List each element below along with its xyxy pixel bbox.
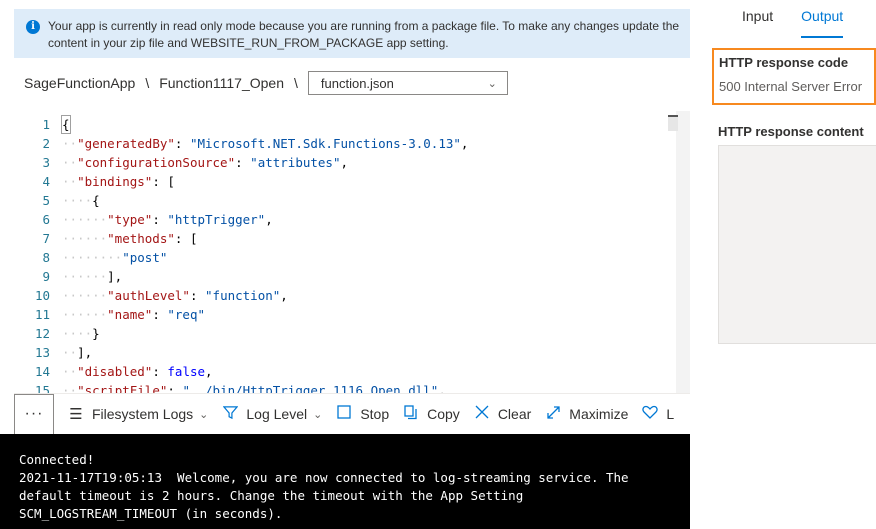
info-icon: i <box>26 20 40 34</box>
log-level-label: Log Level <box>246 406 308 422</box>
code-editor[interactable]: 1 2 3 4 5 6 7 8 9 10 11 12 13 14 15 {··"generatedBy": … <box>14 111 690 393</box>
code-line: ··"scriptFile": "../bin/HttpTrigger_1116… <box>62 383 446 393</box>
line-number: 1 <box>42 117 50 132</box>
stop-button[interactable]: Stop <box>336 405 389 423</box>
code-line: ······"type": "httpTrigger", <box>62 212 273 227</box>
more-options-button[interactable]: ··· <box>14 394 54 434</box>
file-dropdown-value: function.json <box>320 75 394 91</box>
code-line: ····{ <box>62 193 100 208</box>
feedback-label: L <box>666 406 675 422</box>
code-content[interactable]: { ··"generatedBy": "Microsoft.NET.Sdk.Fun… <box>62 115 680 393</box>
response-content-label: HTTP response content <box>718 124 864 139</box>
maximize-button[interactable]: Maximize <box>545 405 628 424</box>
test-panel: Input Output HTTP response code 500 Inte… <box>690 0 876 529</box>
list-icon: ☰ <box>69 406 83 423</box>
ellipsis-icon: ··· <box>24 405 44 422</box>
code-line: ··"configurationSource": "attributes", <box>62 155 349 170</box>
code-line: { <box>62 117 70 132</box>
response-code-box: HTTP response code 500 Internal Server E… <box>712 48 876 105</box>
code-line: ··"disabled": false, <box>62 364 213 379</box>
chevron-down-icon: ⌄ <box>313 408 323 421</box>
line-number: 8 <box>42 250 50 265</box>
line-number: 5 <box>42 193 50 208</box>
line-number-gutter: 1 2 3 4 5 6 7 8 9 10 11 12 13 14 15 <box>14 115 50 393</box>
tab-input[interactable]: Input <box>742 8 773 38</box>
line-number: 15 <box>34 383 50 393</box>
code-line: ······"methods": [ <box>62 231 198 246</box>
stop-label: Stop <box>360 406 390 422</box>
line-number: 12 <box>34 326 50 341</box>
file-dropdown[interactable]: function.json ⌄ <box>307 71 508 95</box>
code-line: ······], <box>62 269 123 284</box>
clear-label: Clear <box>497 406 532 422</box>
line-number: 13 <box>34 345 50 360</box>
copy-label: Copy <box>427 406 460 422</box>
response-code-label: HTTP response code <box>719 55 849 70</box>
log-toolbar: ··· ☰ Filesystem Logs ⌄ Log Level ⌄ Stop… <box>14 393 690 434</box>
code-line: ··"generatedBy": "Microsoft.NET.Sdk.Func… <box>62 136 469 151</box>
code-line: ······"name": "req" <box>62 307 206 322</box>
breadcrumb-function[interactable]: Function1117_Open <box>159 75 284 91</box>
console-line: SCM_LOGSTREAM_TIMEOUT (in seconds). <box>19 506 283 521</box>
maximize-label: Maximize <box>569 406 629 422</box>
line-number: 14 <box>34 364 50 379</box>
console-line: Connected! <box>19 452 95 467</box>
stop-icon <box>336 405 352 423</box>
console-line: default timeout is 2 hours. Change the t… <box>19 488 524 503</box>
breadcrumb-separator: \ <box>294 75 298 91</box>
tab-output[interactable]: Output <box>801 8 844 38</box>
heart-icon <box>642 405 659 423</box>
copy-icon <box>403 404 419 424</box>
editor-scrollbar[interactable] <box>676 111 690 393</box>
line-number: 6 <box>42 212 50 227</box>
line-number: 11 <box>34 307 50 322</box>
chevron-down-icon: ⌄ <box>199 408 209 421</box>
line-number: 2 <box>42 136 50 151</box>
line-number: 3 <box>42 155 50 170</box>
copy-button[interactable]: Copy <box>403 404 460 424</box>
breadcrumb-app[interactable]: SageFunctionApp <box>24 75 135 91</box>
code-line: ····} <box>62 326 100 341</box>
close-icon <box>474 405 490 423</box>
filesystem-logs-label: Filesystem Logs <box>92 406 194 422</box>
console-line: 2021-11-17T19:05:13 Welcome, you are now… <box>19 470 629 485</box>
line-number: 10 <box>34 288 50 303</box>
breadcrumb: SageFunctionApp \ Function1117_Open \ fu… <box>24 71 508 95</box>
filter-icon <box>222 405 239 424</box>
log-level-dropdown[interactable]: Log Level ⌄ <box>222 405 322 424</box>
filesystem-logs-dropdown[interactable]: ☰ Filesystem Logs ⌄ <box>68 405 208 423</box>
response-code-value: 500 Internal Server Error <box>719 79 863 94</box>
panel-tabs: Input Output <box>742 8 871 38</box>
breadcrumb-separator: \ <box>145 75 150 91</box>
editor-scrollbar-thumb[interactable] <box>668 115 678 131</box>
clear-button[interactable]: Clear <box>474 405 531 423</box>
read-only-banner: i Your app is currently in read only mod… <box>14 9 690 58</box>
banner-text: Your app is currently in read only mode … <box>48 19 680 50</box>
code-line: ··], <box>62 345 93 360</box>
code-line: ··"bindings": [ <box>62 174 175 189</box>
code-line: ········"post" <box>62 250 168 265</box>
response-content-area[interactable] <box>718 145 876 344</box>
line-number: 7 <box>42 231 50 246</box>
maximize-icon <box>545 405 561 424</box>
log-console[interactable]: Connected! 2021-11-17T19:05:13 Welcome, … <box>0 434 690 529</box>
code-line: ······"authLevel": "function", <box>62 288 288 303</box>
feedback-button[interactable]: L <box>642 405 674 423</box>
line-number: 4 <box>42 174 50 189</box>
line-number: 9 <box>42 269 50 284</box>
chevron-down-icon: ⌄ <box>487 77 497 90</box>
